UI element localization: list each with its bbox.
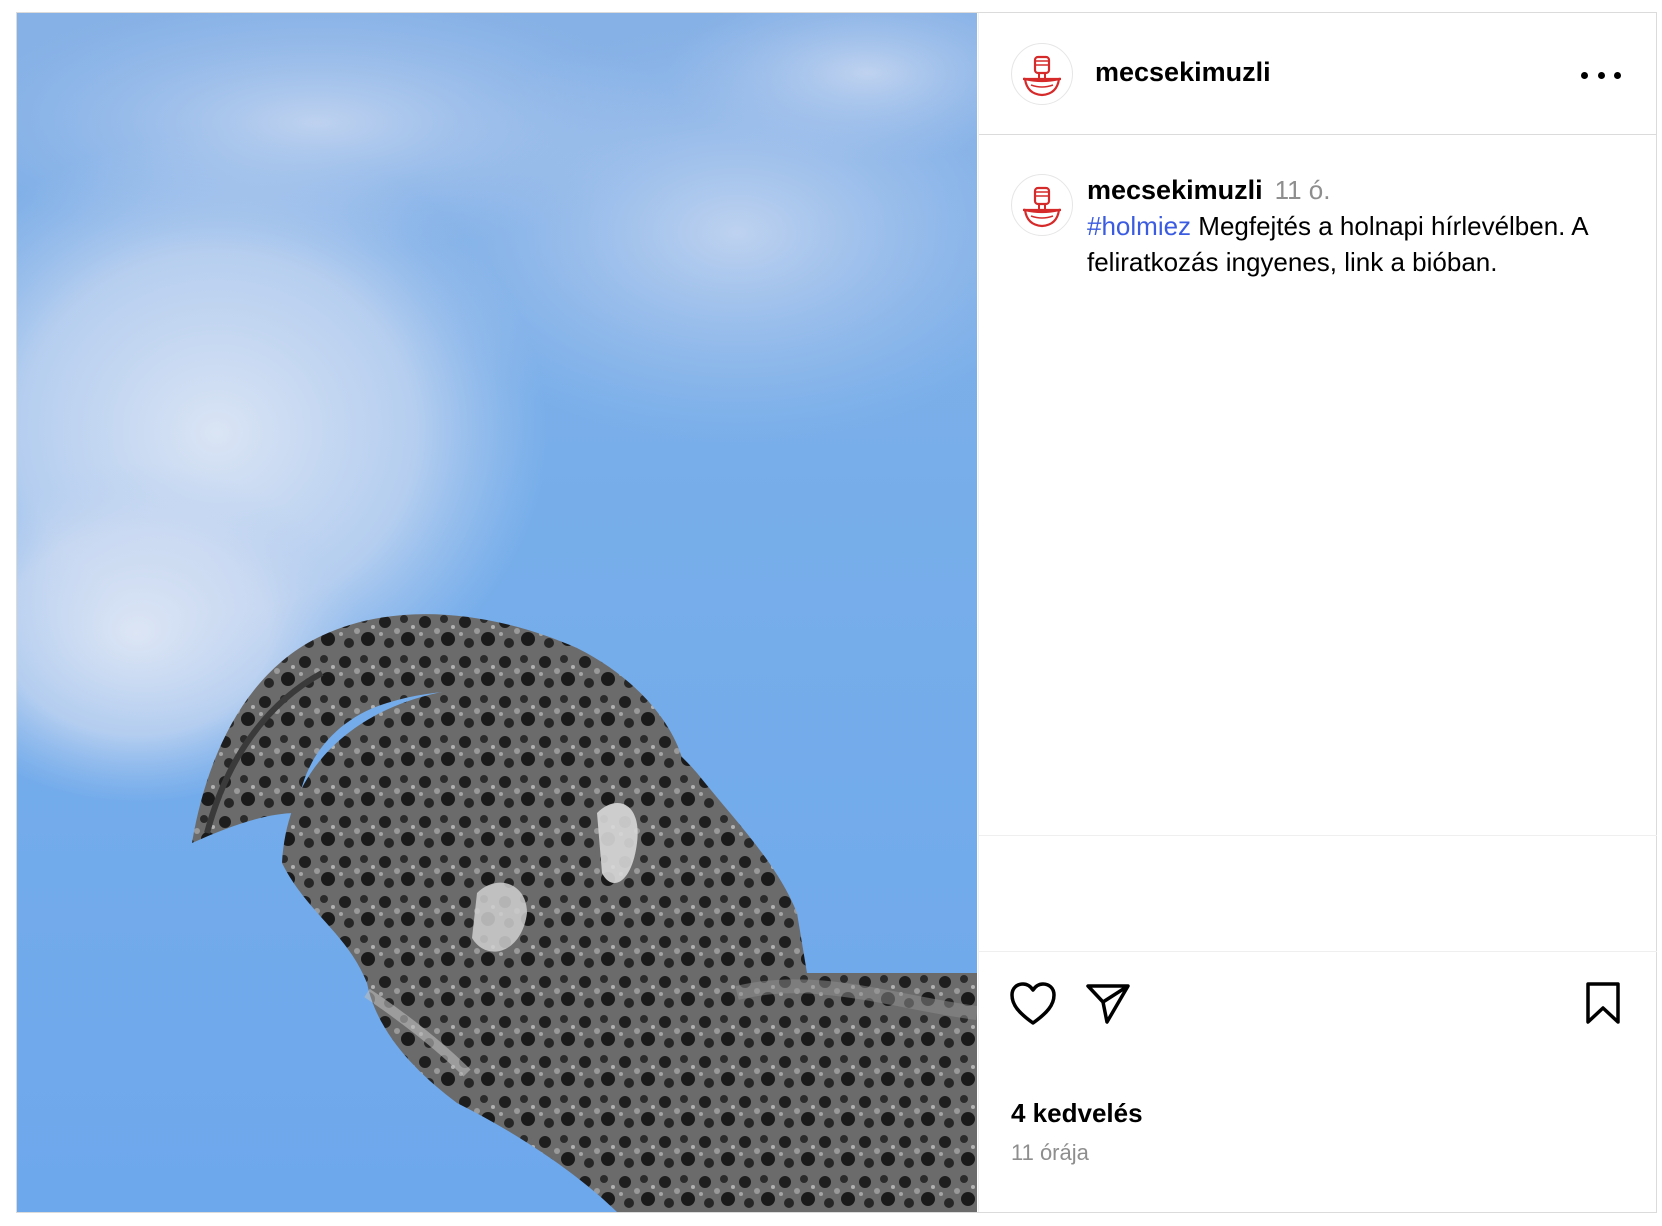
statue-helmet-image (17, 13, 977, 1212)
post-header: mecsekimuzli (979, 13, 1657, 135)
caption-text-block: mecsekimuzli 11 ó. #holmiez Megfejtés a h… (1087, 172, 1607, 280)
logo-fist-bowl-icon (1023, 55, 1061, 97)
action-bar (979, 982, 1657, 1103)
divider (979, 835, 1657, 836)
send-icon[interactable] (1085, 983, 1131, 1025)
post-timestamp[interactable]: 11 órája (1011, 1140, 1089, 1166)
profile-avatar[interactable] (1011, 43, 1073, 105)
divider (979, 951, 1657, 952)
heart-icon[interactable] (1009, 981, 1057, 1027)
post-side-panel: mecsekimuzli mecsekimuzli 11 ó. #holmiez… (978, 13, 1657, 1212)
more-options-icon[interactable] (1581, 65, 1621, 85)
instagram-post-card: mecsekimuzli mecsekimuzli 11 ó. #holmiez… (16, 12, 1657, 1213)
header-username[interactable]: mecsekimuzli (1095, 57, 1271, 88)
caption-time[interactable]: 11 ó. (1275, 175, 1331, 205)
post-photo[interactable] (17, 13, 977, 1212)
logo-fist-bowl-icon (1023, 186, 1061, 228)
bookmark-icon[interactable] (1585, 981, 1621, 1025)
caption-username[interactable]: mecsekimuzli (1087, 175, 1263, 205)
likes-count[interactable]: 4 kedvelés (1011, 1098, 1143, 1129)
hashtag-link[interactable]: #holmiez (1087, 211, 1191, 241)
caption-avatar[interactable] (1011, 174, 1073, 236)
